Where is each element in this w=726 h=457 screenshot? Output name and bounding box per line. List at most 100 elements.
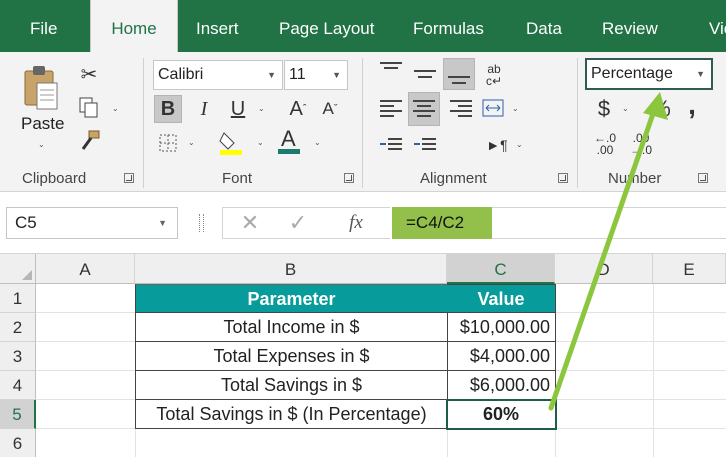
decrease-indent-icon[interactable] (380, 138, 402, 154)
row-header-2[interactable]: 2 (0, 313, 36, 342)
paste-icon[interactable] (20, 62, 62, 118)
font-color-icon[interactable]: A (276, 126, 302, 156)
row-header-6[interactable]: 6 (0, 429, 36, 457)
number-format-value: Percentage (591, 65, 673, 82)
percent-icon[interactable]: % (648, 96, 674, 122)
alignment-group-label: Alignment (420, 170, 487, 187)
select-all-button[interactable] (0, 254, 36, 284)
copy-dropdown-icon[interactable]: ⌄ (112, 104, 119, 113)
font-name-combo[interactable]: Calibri ▼ (153, 60, 283, 90)
currency-icon[interactable]: $ (594, 96, 614, 122)
column-header-c[interactable]: C (447, 254, 555, 284)
align-left-icon[interactable] (380, 100, 402, 117)
font-size-value: 11 (289, 66, 306, 83)
table-cell-parameter[interactable]: Total Savings in $ (135, 371, 448, 400)
row-header-1[interactable]: 1 (0, 284, 36, 313)
font-size-combo[interactable]: 11 ▼ (284, 60, 348, 90)
table-cell-value[interactable]: $10,000.00 (447, 313, 556, 342)
insert-function-icon[interactable]: fx (344, 210, 368, 236)
column-header-d[interactable]: D (555, 254, 653, 284)
tab-data[interactable]: Data (526, 0, 562, 52)
increase-indent-icon[interactable] (414, 138, 436, 154)
chevron-down-icon: ▼ (267, 70, 276, 80)
middle-align-icon[interactable] (414, 68, 436, 84)
copy-icon[interactable] (78, 96, 100, 120)
ribbon: Paste ⌄ ✂ ⌄ Clipboard Calibri ▼ 11 ▼ B I… (0, 52, 726, 192)
font-launcher-icon[interactable] (344, 173, 354, 183)
formula-bar-splitter[interactable] (199, 214, 204, 232)
decrease-decimal-icon[interactable]: .00 →.0 (626, 130, 656, 158)
tab-page-layout[interactable]: Page Layout (279, 0, 374, 52)
currency-dropdown-icon[interactable]: ⌄ (622, 104, 629, 113)
align-right-icon[interactable] (450, 100, 472, 117)
tab-view[interactable]: View (709, 0, 726, 52)
decrease-font-icon[interactable]: Aˇ (318, 96, 342, 122)
font-name-value: Calibri (158, 66, 204, 83)
bold-button[interactable]: B (154, 95, 182, 123)
increase-decimal-icon[interactable]: ←.0.00 (590, 130, 620, 158)
number-format-combo[interactable]: Percentage ▼ (585, 58, 713, 90)
chevron-down-icon: ▼ (332, 70, 341, 80)
center-align-icon (413, 100, 435, 117)
comma-style-icon[interactable]: , (684, 89, 700, 120)
table-cell-value[interactable]: $6,000.00 (447, 371, 556, 400)
table-cell-parameter[interactable]: Total Expenses in $ (135, 342, 448, 371)
enter-icon[interactable]: ✓ (286, 210, 310, 236)
merge-dropdown-icon[interactable]: ⌄ (512, 104, 519, 113)
alignment-launcher-icon[interactable] (558, 173, 568, 183)
column-header-b[interactable]: B (135, 254, 447, 284)
fill-dropdown-icon[interactable]: ⌄ (257, 138, 264, 147)
tab-home[interactable]: Home (90, 0, 178, 52)
italic-button[interactable]: I (192, 95, 216, 123)
column-header-a[interactable]: A (36, 254, 135, 284)
formula-input-area[interactable] (492, 207, 726, 239)
text-direction-icon[interactable]: ►¶ (482, 134, 512, 156)
divider (577, 58, 578, 188)
table-cell-parameter[interactable]: Total Income in $ (135, 313, 448, 342)
table-cell-value[interactable]: $4,000.00 (447, 342, 556, 371)
formula-bar: C5 ▼ ✕ ✓ fx =C4/C2 (0, 192, 726, 254)
borders-icon[interactable] (157, 132, 179, 154)
font-group-label: Font (222, 170, 253, 187)
paste-dropdown-icon[interactable]: ⌄ (38, 140, 45, 149)
table-header-parameter[interactable]: Parameter (135, 284, 448, 313)
chevron-down-icon: ▼ (158, 218, 167, 228)
row-header-5[interactable]: 5 (0, 400, 36, 429)
number-group-label: Number (608, 170, 662, 187)
top-align-icon[interactable] (380, 62, 402, 78)
clipboard-group-label: Clipboard (22, 170, 87, 187)
column-header-e[interactable]: E (653, 254, 726, 284)
underline-dropdown-icon[interactable]: ⌄ (258, 104, 265, 113)
name-box[interactable]: C5 ▼ (6, 207, 178, 239)
row-header-4[interactable]: 4 (0, 371, 36, 400)
formula-input[interactable]: =C4/C2 (392, 207, 492, 239)
cut-icon[interactable]: ✂ (78, 62, 100, 86)
format-painter-icon[interactable] (78, 128, 102, 152)
tab-review[interactable]: Review (602, 0, 658, 52)
cancel-icon[interactable]: ✕ (238, 210, 262, 236)
divider (143, 58, 144, 188)
bottom-align-icon (448, 76, 470, 92)
merge-center-icon[interactable] (481, 97, 505, 119)
paste-label[interactable]: Paste (21, 114, 64, 134)
borders-dropdown-icon[interactable]: ⌄ (188, 138, 195, 147)
row-header-3[interactable]: 3 (0, 342, 36, 371)
svg-text:A: A (281, 126, 296, 151)
number-launcher-icon[interactable] (698, 173, 708, 183)
tab-insert[interactable]: Insert (196, 0, 239, 52)
clipboard-launcher-icon[interactable] (124, 173, 134, 183)
worksheet-grid: A B C D E 1 2 3 4 5 6 Parameter Value To… (0, 254, 726, 457)
direction-dropdown-icon[interactable]: ⌄ (516, 140, 523, 149)
underline-button[interactable]: U (226, 95, 250, 123)
chevron-down-icon: ▼ (696, 69, 705, 79)
font-color-dropdown-icon[interactable]: ⌄ (314, 138, 321, 147)
divider (362, 58, 363, 188)
tab-formulas[interactable]: Formulas (413, 0, 484, 52)
increase-font-icon[interactable]: Aˆ (286, 96, 310, 122)
tab-file[interactable]: File (30, 0, 57, 52)
fill-color-icon[interactable] (218, 128, 244, 156)
table-header-value[interactable]: Value (447, 284, 556, 313)
active-cell-border (446, 399, 557, 430)
wrap-text-icon[interactable]: ab c↵ (482, 60, 506, 90)
table-cell-parameter[interactable]: Total Savings in $ (In Percentage) (135, 400, 448, 429)
